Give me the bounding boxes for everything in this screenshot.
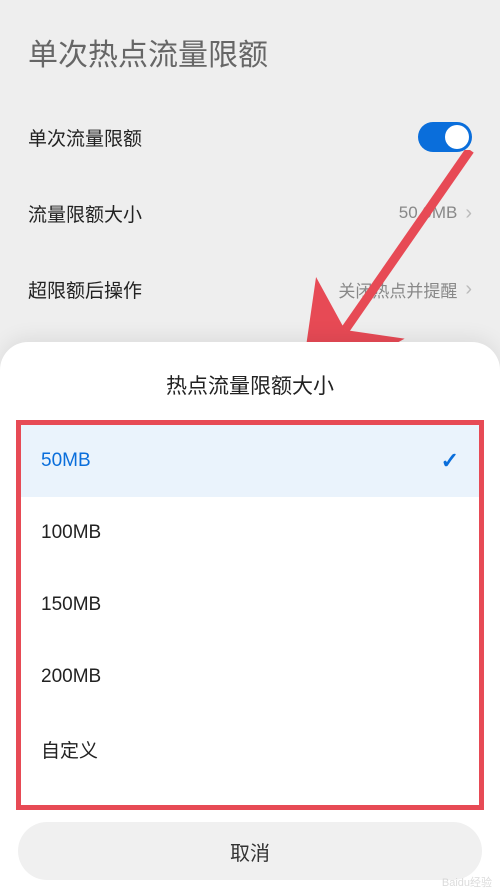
check-icon: ✓ xyxy=(441,448,459,474)
setting-value: 50.0MB xyxy=(399,203,458,223)
chevron-right-icon: › xyxy=(465,278,472,301)
option-150mb[interactable]: 150MB xyxy=(21,569,479,641)
chevron-right-icon: › xyxy=(465,202,472,225)
option-label: 50MB xyxy=(41,450,91,472)
cancel-label: 取消 xyxy=(230,837,270,866)
watermark: Baidu经验 xyxy=(442,874,492,890)
option-100mb[interactable]: 100MB xyxy=(21,497,479,569)
sheet-title: 热点流量限额大小 xyxy=(0,342,500,420)
option-200mb[interactable]: 200MB xyxy=(21,641,479,713)
setting-label: 超限额后操作 xyxy=(28,276,142,303)
toggle-switch[interactable] xyxy=(418,122,472,152)
option-label: 150MB xyxy=(41,594,101,616)
cancel-button[interactable]: 取消 xyxy=(18,822,482,880)
option-50mb[interactable]: 50MB ✓ xyxy=(21,425,479,497)
page-title: 单次热点流量限额 xyxy=(0,0,500,99)
setting-value-wrap: 50.0MB › xyxy=(399,202,472,225)
setting-value-wrap: 关闭热点并提醒 › xyxy=(338,277,472,302)
option-label: 200MB xyxy=(41,666,101,688)
setting-value: 关闭热点并提醒 xyxy=(338,277,457,302)
toggle-knob xyxy=(445,125,469,149)
setting-over-limit[interactable]: 超限额后操作 关闭热点并提醒 › xyxy=(28,251,472,327)
setting-label: 单次流量限额 xyxy=(28,124,142,151)
setting-limit-size[interactable]: 流量限额大小 50.0MB › xyxy=(28,175,472,251)
option-label: 100MB xyxy=(41,522,101,544)
annotation-highlight-box: 50MB ✓ 100MB 150MB 200MB 自定义 xyxy=(16,420,484,810)
setting-limit-toggle[interactable]: 单次流量限额 xyxy=(28,99,472,175)
option-label: 自定义 xyxy=(41,736,98,763)
setting-label: 流量限额大小 xyxy=(28,200,142,227)
settings-list: 单次流量限额 流量限额大小 50.0MB › 超限额后操作 关闭热点并提醒 › xyxy=(0,99,500,327)
option-custom[interactable]: 自定义 xyxy=(21,713,479,785)
bottom-sheet: 热点流量限额大小 50MB ✓ 100MB 150MB 200MB 自定义 取消 xyxy=(0,342,500,894)
